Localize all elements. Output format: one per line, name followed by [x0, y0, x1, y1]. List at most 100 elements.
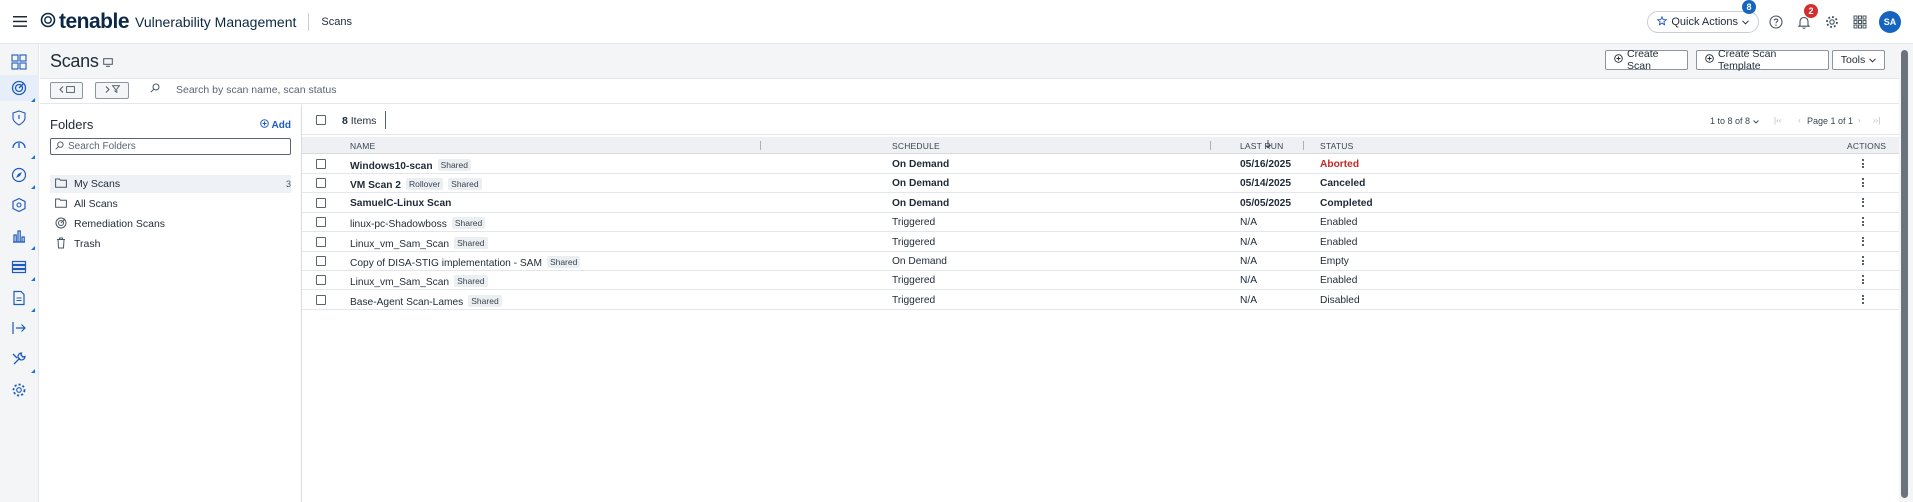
compass-icon[interactable]	[9, 165, 35, 189]
help-icon[interactable]	[1763, 9, 1789, 35]
select-all-checkbox[interactable]	[316, 115, 326, 125]
range-selector[interactable]: 1 to 8 of 8	[1710, 116, 1759, 126]
table-row[interactable]: VM Scan 2 Rollover Shared On Demand 05/14/20…	[302, 174, 1899, 194]
column-divider	[1210, 141, 1211, 150]
table-row[interactable]: Linux_vm_Sam_Scan Shared Triggered N/A Enabl…	[302, 271, 1899, 291]
status-cell: Aborted	[1320, 159, 1360, 170]
row-actions-kebab-icon[interactable]	[1862, 236, 1865, 248]
collapse-folders-button[interactable]	[50, 82, 83, 99]
scan-name[interactable]: Windows10-scan	[350, 161, 433, 172]
assets-cube-icon[interactable]	[9, 195, 29, 215]
scan-name-cell[interactable]: Linux_vm_Sam_Scan Shared	[350, 236, 488, 250]
first-page-icon[interactable]: |‹‹	[1774, 116, 1781, 125]
left-nav	[0, 44, 39, 502]
tools-button[interactable]: Tools	[1832, 50, 1885, 70]
scan-name-cell[interactable]: Copy of DISA-STIG implementation - SAM Sh…	[350, 256, 581, 269]
notifications-icon[interactable]: 2	[1791, 4, 1818, 35]
vertical-scrollbar[interactable]	[1901, 50, 1908, 498]
row-actions-kebab-icon[interactable]	[1862, 178, 1865, 189]
row-checkbox[interactable]	[316, 178, 326, 189]
table-row[interactable]: Windows10-scan Shared On Demand 05/16/2025 A…	[302, 155, 1899, 174]
folder-item-trash[interactable]: Trash	[50, 235, 291, 253]
list-icon[interactable]	[9, 257, 35, 281]
status-cell: Enabled	[1320, 217, 1358, 229]
schedule-cell: Triggered	[892, 236, 936, 248]
create-template-label: Create Scan Template	[1718, 48, 1777, 72]
scan-name[interactable]: linux-pc-Shadowboss	[350, 219, 447, 230]
settings-gear-icon[interactable]	[1819, 9, 1845, 35]
table-row[interactable]: linux-pc-Shadowboss Shared Triggered N/A Ena…	[302, 213, 1899, 233]
add-folder-button[interactable]: Add	[259, 119, 291, 131]
reports-chart-icon[interactable]	[9, 226, 35, 250]
top-right-controls: Quick Actions 8 2 SA	[1647, 0, 1913, 44]
prev-page-icon[interactable]: ‹	[1798, 116, 1801, 125]
quick-actions-button[interactable]: Quick Actions 8	[1647, 0, 1759, 33]
scan-name-cell[interactable]: Windows10-scan Shared	[350, 159, 471, 172]
table-row[interactable]: Base-Agent Scan-Lames Shared Triggered N/A D…	[302, 291, 1899, 310]
avatar[interactable]: SA	[1879, 11, 1901, 33]
row-actions-kebab-icon[interactable]	[1862, 275, 1865, 286]
shield-icon[interactable]	[9, 108, 29, 128]
document-icon[interactable]	[9, 288, 35, 312]
brand[interactable]: tenable Vulnerability Management Scans	[40, 0, 352, 44]
sort-arrow-down-icon[interactable]	[1264, 139, 1272, 151]
column-divider	[1303, 141, 1304, 150]
folder-item-all-scans[interactable]: All Scans	[50, 195, 291, 213]
schedule-cell: Triggered	[892, 217, 936, 229]
scan-name-cell[interactable]: linux-pc-Shadowboss Shared	[350, 217, 486, 230]
row-checkbox[interactable]	[316, 217, 326, 228]
scan-name-cell[interactable]: SamuelC-Linux Scan	[350, 198, 451, 209]
folder-item-my-scans[interactable]: My Scans 3	[50, 175, 291, 193]
settings-icon[interactable]	[9, 380, 29, 400]
last-run-cell: N/A	[1240, 294, 1257, 306]
scan-name[interactable]: SamuelC-Linux Scan	[350, 198, 451, 209]
folder-item-remediation-scans[interactable]: Remediation Scans	[50, 215, 291, 233]
menu-icon[interactable]	[0, 0, 40, 44]
row-actions-kebab-icon[interactable]	[1862, 294, 1865, 306]
table-row[interactable]: Linux_vm_Sam_Scan Shared Triggered N/A Enabl…	[302, 233, 1899, 252]
scan-name[interactable]: Linux_vm_Sam_Scan	[350, 239, 449, 250]
scan-name[interactable]: VM Scan 2	[350, 180, 401, 191]
monitor-icon[interactable]	[102, 51, 113, 72]
column-header-last-run[interactable]: LAST RUN	[1240, 141, 1283, 151]
app-grid-icon[interactable]	[1847, 9, 1873, 35]
scan-name-cell[interactable]: Linux_vm_Sam_Scan Shared	[350, 275, 488, 288]
row-checkbox[interactable]	[316, 294, 326, 305]
row-actions-kebab-icon[interactable]	[1862, 197, 1865, 209]
items-count: 8	[342, 115, 348, 127]
scan-name[interactable]: Copy of DISA-STIG implementation - SAM	[350, 258, 542, 269]
scan-name[interactable]: Linux_vm_Sam_Scan	[350, 277, 449, 288]
toggle-filters-button[interactable]	[95, 82, 129, 99]
scans-radar-icon[interactable]	[9, 78, 35, 102]
dashboard-icon[interactable]	[9, 52, 29, 72]
scan-search[interactable]: Search by scan name, scan status	[150, 83, 337, 96]
row-checkbox[interactable]	[316, 236, 326, 247]
scan-name[interactable]: Base-Agent Scan-Lames	[350, 297, 463, 308]
table-row[interactable]: Copy of DISA-STIG implementation - SAM Sh…	[302, 252, 1899, 271]
row-checkbox[interactable]	[316, 159, 326, 169]
row-actions-kebab-icon[interactable]	[1862, 159, 1865, 170]
product-name: Vulnerability Management	[135, 13, 297, 30]
tools-wrench-icon[interactable]	[9, 349, 35, 373]
column-header-status[interactable]: STATUS	[1320, 141, 1353, 151]
create-scan-template-button[interactable]: Create Scan Template	[1696, 48, 1829, 72]
table-row[interactable]: SamuelC-Linux Scan On Demand 05/05/2025 Com…	[302, 194, 1899, 213]
scan-name-cell[interactable]: Base-Agent Scan-Lames Shared	[350, 294, 502, 308]
plus-circle-icon	[1614, 54, 1623, 66]
gauge-icon[interactable]	[9, 135, 35, 159]
row-checkbox[interactable]	[316, 275, 326, 286]
scan-name-cell[interactable]: VM Scan 2 Rollover Shared	[350, 178, 482, 191]
row-checkbox[interactable]	[316, 256, 326, 266]
create-scan-button[interactable]: Create Scan	[1605, 48, 1688, 72]
next-page-icon[interactable]: ›	[1858, 116, 1861, 125]
export-icon[interactable]	[9, 318, 29, 338]
column-header-schedule[interactable]: SCHEDULE	[892, 141, 940, 151]
row-checkbox[interactable]	[316, 197, 326, 208]
chevron-down-icon	[1753, 116, 1759, 126]
folder-search-input[interactable]: Search Folders	[50, 138, 291, 155]
last-page-icon[interactable]: ››|	[1873, 116, 1880, 125]
row-actions-kebab-icon[interactable]	[1862, 256, 1865, 267]
search-input[interactable]: Search by scan name, scan status	[176, 84, 337, 96]
row-actions-kebab-icon[interactable]	[1862, 217, 1865, 228]
column-header-name[interactable]: NAME	[350, 141, 375, 151]
